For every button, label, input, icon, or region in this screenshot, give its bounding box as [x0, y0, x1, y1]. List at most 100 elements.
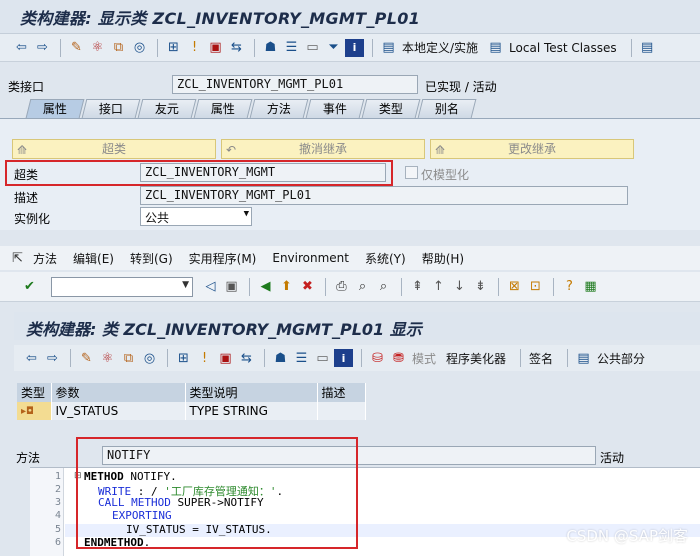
param-name-cell[interactable]: IV_STATUS [51, 402, 186, 420]
find-icon[interactable]: ⌕ [353, 278, 372, 296]
local-test-classes-button[interactable]: Local Test Classes [509, 41, 617, 55]
print-icon[interactable]: ⎙ [332, 278, 351, 296]
menu-edit[interactable]: 编辑(E) [73, 250, 114, 267]
info-icon[interactable]: i [345, 38, 364, 57]
info-icon[interactable]: i [334, 349, 353, 367]
change-inheritance-button[interactable]: ⟰ 更改继承 [430, 139, 634, 159]
public-section-button[interactable]: 公共部分 [597, 350, 645, 367]
modeled-only-label: 仅模型化 [421, 168, 470, 182]
activate-icon[interactable]: ⚛ [98, 349, 117, 367]
line-number: 4 [54, 510, 61, 521]
menu-goto[interactable]: 转到(G) [130, 250, 173, 267]
hierarchy-icon[interactable]: ⊞ [174, 349, 193, 367]
menu-help[interactable]: 帮助(H) [422, 250, 464, 267]
menu-system[interactable]: 系统(Y) [365, 250, 406, 267]
tab-types[interactable]: 类型 [361, 99, 421, 118]
stack-icon[interactable]: ☰ [292, 349, 311, 367]
forward-arrow-icon[interactable]: ⇨ [43, 349, 62, 367]
superclass-field[interactable]: ZCL_INVENTORY_MGMT [140, 163, 386, 182]
help-icon[interactable]: ? [560, 278, 579, 296]
display-change-icon[interactable]: ✎ [77, 349, 96, 367]
tab-aliases[interactable]: 别名 [417, 99, 477, 118]
collapse-icon[interactable]: ⊟ [74, 471, 82, 481]
param-desc-cell[interactable] [317, 402, 366, 420]
shortcut-icon[interactable]: ⊡ [526, 278, 545, 296]
menu-method[interactable]: 方法 [33, 250, 57, 267]
where-used-icon[interactable]: ◎ [140, 349, 159, 367]
first-page-icon[interactable]: ⇞ [408, 278, 427, 296]
breakpoint-icon[interactable]: ǃ [195, 349, 214, 367]
exit-menu-icon[interactable]: ⇱ [8, 249, 27, 267]
cancel-icon[interactable]: ✖ [298, 278, 317, 296]
more-icon[interactable]: ▤ [638, 39, 657, 57]
window-icon[interactable]: ▣ [206, 39, 225, 57]
column-header-description[interactable]: 描述 [317, 383, 366, 402]
tree-icon[interactable]: ☗ [261, 39, 280, 57]
column-header-type[interactable]: 类型 [17, 383, 52, 402]
triangle-left-icon[interactable]: ◁ [201, 278, 220, 296]
filter-icon[interactable]: ⏷ [324, 39, 343, 57]
object-list-icon[interactable]: ⧉ [119, 349, 138, 367]
window-icon[interactable]: ▣ [216, 349, 235, 367]
toolbar-separator [157, 38, 158, 57]
importing-param-icon[interactable]: ▸◘ [17, 402, 52, 420]
save-icon[interactable]: ▣ [222, 278, 241, 296]
create-session-icon[interactable]: ⊠ [505, 278, 524, 296]
pretty-printer-button[interactable]: 程序美化器 [446, 350, 506, 367]
instantiation-dropdown[interactable]: 公共 ▼ [140, 207, 252, 226]
description-field[interactable]: ZCL_INVENTORY_MGMT_PL01 [140, 186, 628, 205]
method-name-field[interactable]: NOTIFY [102, 446, 596, 465]
layout-icon[interactable]: ▦ [581, 278, 600, 296]
activate-icon[interactable]: ⚛ [88, 39, 107, 57]
navigate-icon[interactable]: ⇆ [227, 39, 246, 57]
column-header-parameter[interactable]: 参数 [51, 383, 186, 402]
toolbar-separator [264, 349, 265, 367]
menu-utilities[interactable]: 实用程序(M) [189, 250, 257, 267]
enter-check-icon[interactable]: ✔ [20, 278, 39, 296]
hierarchy-icon[interactable]: ⊞ [164, 39, 183, 57]
tab-methods[interactable]: 方法 [249, 99, 309, 118]
back-arrow-icon[interactable]: ⇦ [22, 349, 41, 367]
tab-events[interactable]: 事件 [305, 99, 365, 118]
local-defs-button[interactable]: 本地定义/实施 [402, 39, 478, 56]
navigate-icon[interactable]: ⇆ [237, 349, 256, 367]
class-interface-field[interactable]: ZCL_INVENTORY_MGMT_PL01 [172, 75, 418, 94]
display-change-icon[interactable]: ✎ [67, 39, 86, 57]
tab-attributes[interactable]: 属性 [193, 99, 253, 118]
mode-button[interactable]: 模式 [412, 350, 436, 367]
pattern-icon[interactable]: ⛁ [368, 349, 387, 367]
menu-environment[interactable]: Environment [272, 251, 349, 265]
object-list-icon[interactable]: ⧉ [109, 39, 128, 57]
where-used-icon[interactable]: ◎ [130, 39, 149, 57]
tree-icon[interactable]: ☗ [271, 349, 290, 367]
breakpoint-icon[interactable]: ǃ [185, 39, 204, 57]
insert-pattern-icon[interactable]: ⛃ [389, 349, 408, 367]
signature-button[interactable]: 签名 [529, 350, 553, 367]
tab-label: 属性 [42, 102, 67, 116]
toolbar-separator [167, 349, 168, 367]
back-icon[interactable]: ◀ [256, 278, 275, 296]
column-header-type-desc[interactable]: 类型说明 [185, 383, 318, 402]
code-line-4: EXPORTING [112, 509, 172, 522]
undo-inheritance-button[interactable]: ↶ 撤消继承 [221, 139, 425, 159]
param-type-cell[interactable]: TYPE STRING [185, 402, 318, 420]
tab-properties[interactable]: 属性 [25, 99, 85, 118]
grid-icon[interactable]: ▭ [313, 349, 332, 367]
table-row[interactable]: ▸◘ IV_STATUS TYPE STRING [17, 402, 366, 420]
command-field[interactable]: ▼ [51, 276, 193, 297]
method-label: 方法 [16, 451, 41, 465]
find-next-icon[interactable]: ⌕ [374, 278, 393, 296]
exit-icon[interactable]: ⬆ [277, 278, 296, 296]
next-page-icon[interactable]: ↓ [450, 278, 469, 296]
prev-page-icon[interactable]: ↑ [429, 278, 448, 296]
tab-friends[interactable]: 友元 [137, 99, 197, 118]
code-keyword: EXPORTING [112, 509, 172, 522]
grid-icon[interactable]: ▭ [303, 39, 322, 57]
tab-interfaces[interactable]: 接口 [81, 99, 141, 118]
modeled-only-checkbox[interactable] [405, 166, 418, 179]
forward-arrow-icon[interactable]: ⇨ [33, 39, 52, 57]
back-arrow-icon[interactable]: ⇦ [12, 39, 31, 57]
last-page-icon[interactable]: ⇟ [471, 278, 490, 296]
superclass-button[interactable]: ⟰ 超类 [12, 139, 216, 159]
stack-icon[interactable]: ☰ [282, 39, 301, 57]
